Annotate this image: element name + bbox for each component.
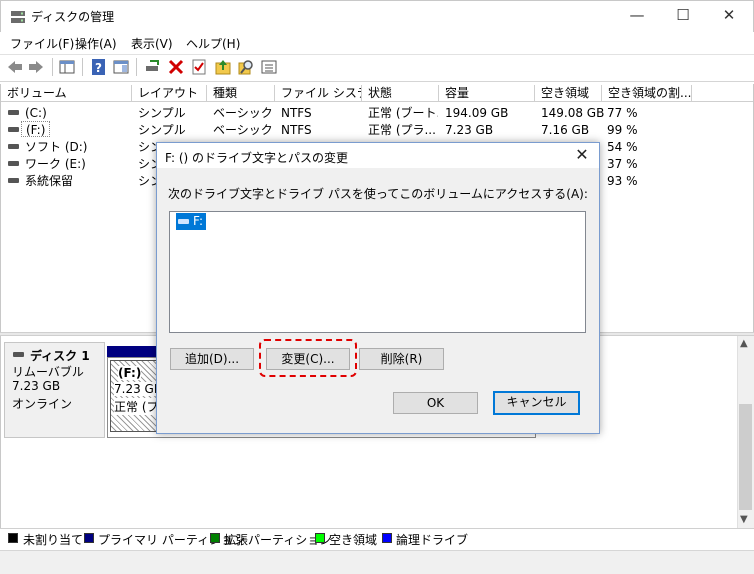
menu-file[interactable]: ファイル(F) <box>10 35 74 52</box>
close-button[interactable]: ✕ <box>706 0 752 31</box>
legend-swatch-unallocated <box>8 533 18 543</box>
volume-free: 7.16 GB <box>541 123 590 137</box>
legend-unallocated: 未割り当て <box>23 533 84 547</box>
delete-icon[interactable] <box>167 58 185 76</box>
search-icon[interactable] <box>237 58 255 76</box>
list-icon[interactable] <box>260 58 278 76</box>
properties-icon[interactable] <box>190 58 208 76</box>
help-icon[interactable]: ? <box>90 58 108 76</box>
drive-path-list[interactable] <box>169 211 586 333</box>
drive-icon <box>178 219 189 224</box>
volume-name: (C:) <box>25 106 47 120</box>
partition-size: 7.23 GB <box>114 382 163 396</box>
drive-icon <box>8 144 19 149</box>
col-free-pct[interactable]: 空き領域の割... <box>602 85 692 102</box>
disk-kind: リムーバブル <box>12 365 84 379</box>
up-folder-icon[interactable] <box>214 58 232 76</box>
status-bar <box>0 550 754 574</box>
col-capacity[interactable]: 容量 <box>439 85 535 102</box>
back-icon[interactable] <box>6 58 24 76</box>
svg-text:?: ? <box>95 61 102 75</box>
menu-help[interactable]: ヘルプ(H) <box>186 35 240 52</box>
legend-swatch-primary <box>84 533 94 543</box>
volume-capacity: 194.09 GB <box>445 106 509 120</box>
disk-management-icon <box>11 11 25 23</box>
col-filesystem[interactable]: ファイル システム <box>275 85 362 102</box>
volume-capacity: 7.23 GB <box>445 123 494 137</box>
volume-name[interactable]: 系統保留 <box>25 173 73 189</box>
col-type[interactable]: 種類 <box>207 85 275 102</box>
connect-drive-icon[interactable] <box>144 58 162 76</box>
partition-name: (F:) <box>118 366 142 380</box>
menu-view[interactable]: 表示(V) <box>131 35 173 52</box>
volume-type: ベーシック <box>213 123 273 137</box>
volume-type: ベーシック <box>213 106 273 120</box>
volume-free-pct: 99 % <box>607 123 638 137</box>
col-volume[interactable]: ボリューム <box>1 85 132 102</box>
volume-name[interactable]: ソフト (D:) <box>25 139 87 155</box>
disk-icon <box>13 352 24 357</box>
drive-icon <box>8 161 19 166</box>
col-free[interactable]: 空き領域 <box>535 85 602 102</box>
drive-path-item[interactable]: F: <box>176 213 207 230</box>
ok-button[interactable]: OK <box>393 392 478 414</box>
disk-state: オンライン <box>12 397 73 411</box>
legend-logical: 論理ドライブ <box>396 533 469 547</box>
remove-button[interactable]: 削除(R) <box>359 348 444 370</box>
scroll-down-icon[interactable]: ▼ <box>740 514 748 525</box>
dialog-close-button[interactable]: ✕ <box>572 145 592 164</box>
dialog-title: F: () のドライブ文字とパスの変更 <box>165 151 349 165</box>
disk-name: ディスク 1 <box>30 349 90 363</box>
drive-icon <box>8 178 19 183</box>
legend-swatch-logical <box>382 533 392 543</box>
volume-free-pct: 37 % <box>607 157 638 171</box>
scroll-up-icon[interactable]: ▲ <box>740 338 748 349</box>
volume-fs: NTFS <box>281 106 312 120</box>
volume-name: (F:) <box>21 121 51 137</box>
legend-swatch-free <box>315 533 325 543</box>
volume-free: 149.08 GB <box>541 106 605 120</box>
col-blank <box>692 85 753 102</box>
scrollbar-thumb[interactable] <box>739 404 752 510</box>
disk-size: 7.23 GB <box>12 379 61 393</box>
minimize-button[interactable]: — <box>614 0 660 31</box>
toolbar-separator <box>136 58 137 76</box>
change-button-highlight <box>259 339 357 377</box>
volume-status: 正常 (プラ... <box>368 123 436 137</box>
legend-swatch-extended <box>210 533 220 543</box>
drive-path-item-label: F: <box>193 214 204 228</box>
volume-layout: シンプル <box>138 106 186 120</box>
maximize-button[interactable]: ☐ <box>660 0 706 31</box>
cancel-button[interactable]: キャンセル <box>493 391 580 415</box>
forward-icon[interactable] <box>27 58 45 76</box>
menu-action[interactable]: 操作(A) <box>75 35 117 52</box>
toolbar-separator <box>52 58 53 76</box>
volume-name[interactable]: ワーク (E:) <box>25 156 86 172</box>
volume-fs: NTFS <box>281 123 312 137</box>
drive-icon <box>8 110 19 115</box>
volume-free-pct: 93 % <box>607 174 638 188</box>
console-tree-icon[interactable] <box>58 58 76 76</box>
volume-layout: シンプル <box>138 123 186 137</box>
details-pane-icon[interactable] <box>112 58 130 76</box>
col-status[interactable]: 状態 <box>362 85 439 102</box>
window-title: ディスクの管理 <box>31 10 115 24</box>
partition-status: 正常 (プ <box>114 398 159 415</box>
toolbar-separator <box>82 58 83 76</box>
drive-icon <box>8 127 19 132</box>
col-layout[interactable]: レイアウト <box>132 85 207 102</box>
volume-free-pct: 54 % <box>607 140 638 154</box>
legend-free: 空き領域 <box>329 533 378 547</box>
add-button[interactable]: 追加(D)... <box>170 348 254 370</box>
volume-free-pct: 77 % <box>607 106 638 120</box>
dialog-instruction: 次のドライブ文字とドライブ パスを使ってこのボリュームにアクセスする(A): <box>168 187 588 201</box>
volume-status: 正常 (ブート... <box>368 106 438 120</box>
